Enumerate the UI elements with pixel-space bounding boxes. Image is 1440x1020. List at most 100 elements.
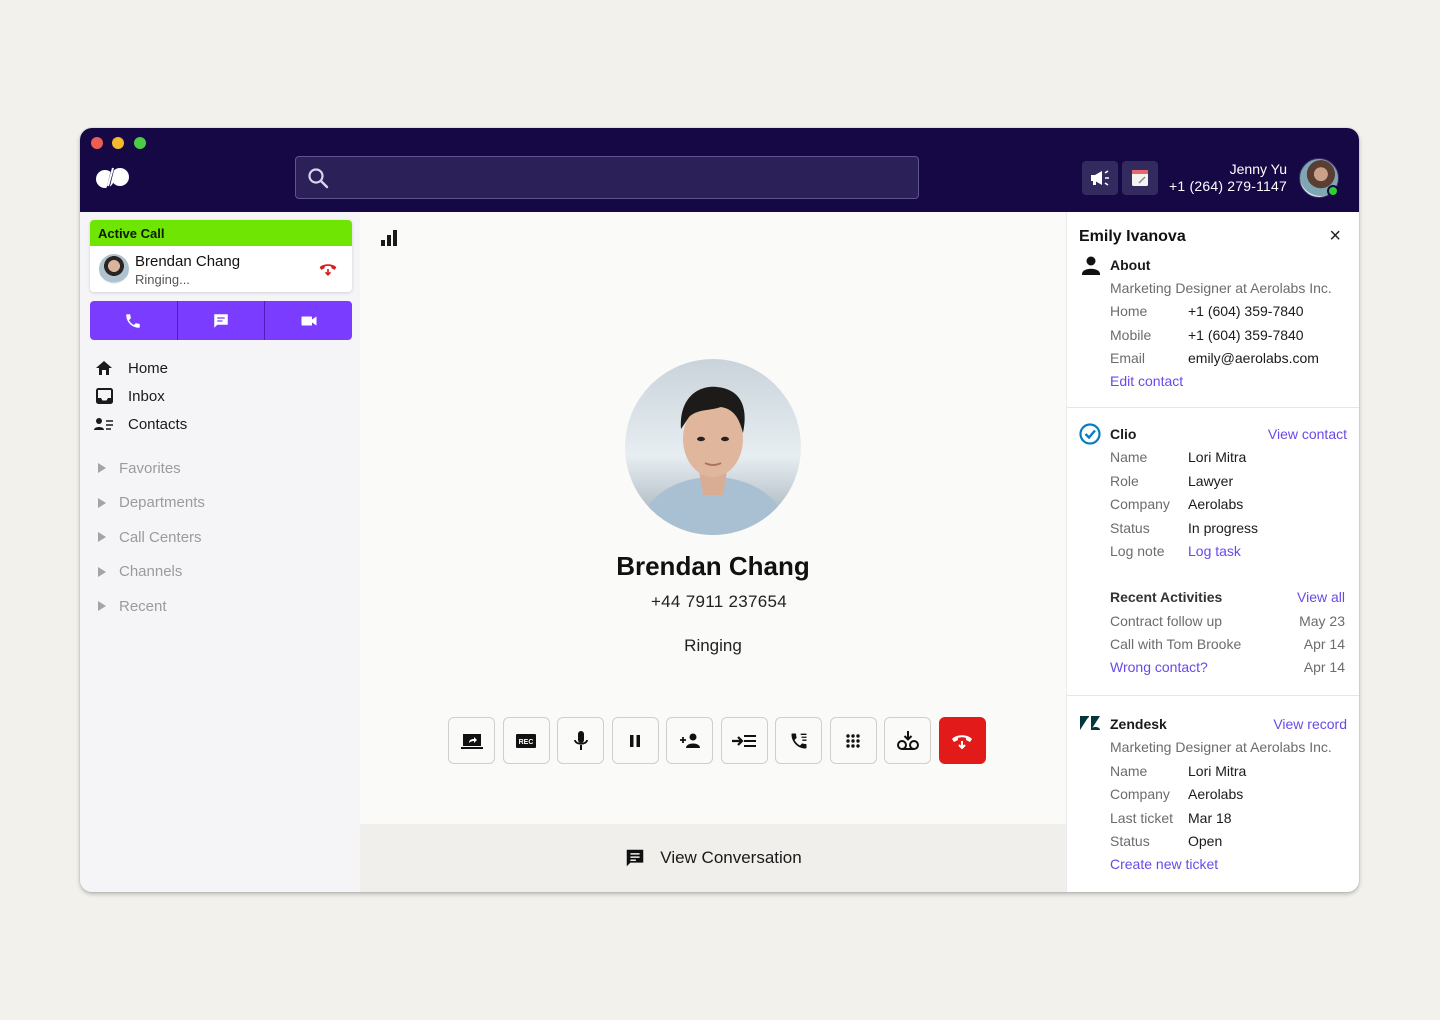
quick-action-bar <box>90 301 352 340</box>
caret-right-icon <box>98 532 106 543</box>
clio-heading: Clio <box>1110 426 1137 442</box>
group-label: Channels <box>119 563 183 581</box>
group-departments[interactable]: Departments <box>98 486 348 521</box>
zendesk-description: Marketing Designer at Aerolabs Inc. <box>1110 739 1332 755</box>
top-bar: Jenny Yu +1 (264) 279-1147 <box>80 128 1359 212</box>
clio-field-status: Status In progress <box>1110 520 1259 536</box>
wrong-contact-link[interactable]: Wrong contact? <box>1110 659 1208 675</box>
share-screen-button[interactable] <box>448 717 495 764</box>
zendesk-heading: Zendesk <box>1110 716 1167 732</box>
about-heading: About <box>1110 257 1151 273</box>
announcements-button[interactable] <box>1082 161 1118 195</box>
group-label: Departments <box>119 494 205 512</box>
about-description: Marketing Designer at Aerolabs Inc. <box>1110 280 1332 296</box>
nav-label: Home <box>128 359 169 377</box>
view-record-link[interactable]: View record <box>1273 716 1347 732</box>
hold-button[interactable] <box>611 717 659 764</box>
group-call-centers[interactable]: Call Centers <box>98 520 348 555</box>
video-button[interactable] <box>265 301 352 340</box>
view-all-link[interactable]: View all <box>1297 589 1345 605</box>
nav-item-inbox[interactable]: Inbox <box>94 382 344 410</box>
activity-item[interactable]: Contract follow up May 23 <box>1110 613 1345 629</box>
chat-icon <box>627 849 644 867</box>
inbox-icon <box>94 387 114 405</box>
sidebar-groups: Favorites Departments Call Centers Chann… <box>98 451 348 624</box>
activity-item[interactable]: Call with Tom Brooke Apr 14 <box>1110 636 1345 652</box>
view-contact-link[interactable]: View contact <box>1268 426 1347 442</box>
transfer-button[interactable] <box>720 717 768 764</box>
nav-label: Inbox <box>128 387 165 405</box>
active-call-status: Ringing... <box>135 272 190 287</box>
clio-field-company: Company Aerolabs <box>1110 496 1244 512</box>
calendar-button[interactable] <box>1122 161 1158 195</box>
hang-up-button[interactable] <box>938 717 986 764</box>
current-user-name: Jenny Yu <box>1229 161 1287 177</box>
current-user-info: Jenny Yu +1 (264) 279-1147 <box>1169 161 1287 195</box>
clio-field-name: Name Lori Mitra <box>1110 449 1247 465</box>
zendesk-field-status: Status Open <box>1110 833 1223 849</box>
keypad-button[interactable] <box>829 717 877 764</box>
log-note-link[interactable]: Log note <box>1110 543 1188 559</box>
message-icon <box>214 313 228 328</box>
close-panel-button[interactable]: × <box>1329 226 1341 246</box>
hang-up-icon <box>952 734 972 749</box>
presence-indicator <box>1327 185 1339 197</box>
window-maximize-button[interactable] <box>134 137 146 149</box>
contact-name: Emily Ivanova <box>1079 228 1186 245</box>
add-person-icon <box>679 733 700 748</box>
calendar-icon <box>1132 170 1148 186</box>
call-view: Brendan Chang +44 7911 237654 Ringing RE… <box>360 212 1066 892</box>
clio-section: Clio View contact Name Lori Mitra Role Law… <box>1067 408 1359 696</box>
message-button[interactable] <box>178 301 266 340</box>
group-channels[interactable]: Channels <box>98 555 348 590</box>
nav-item-home[interactable]: Home <box>94 354 344 382</box>
video-icon <box>301 316 317 325</box>
about-section: Emily Ivanova × About Marketing Designer… <box>1067 212 1359 408</box>
dialpad-logo-icon[interactable] <box>95 166 131 190</box>
contacts-icon <box>94 415 114 433</box>
edit-contact-link[interactable]: Edit contact <box>1110 373 1183 389</box>
clio-field-role: Role Lawyer <box>1110 473 1234 489</box>
clio-logo-icon <box>1079 423 1101 445</box>
pause-icon <box>630 734 640 747</box>
caret-right-icon <box>98 601 106 612</box>
current-user-phone: +1 (264) 279-1147 <box>1169 178 1287 194</box>
record-button[interactable]: REC <box>502 717 550 764</box>
caller-avatar <box>99 254 129 284</box>
create-ticket-link[interactable]: Create new ticket <box>1110 856 1218 872</box>
app-window: Jenny Yu +1 (264) 279-1147 Active Call B… <box>80 128 1359 892</box>
active-call-name: Brendan Chang <box>135 253 241 270</box>
voicemail-icon <box>896 730 919 750</box>
search-bar[interactable] <box>295 156 919 199</box>
svg-text:REC: REC <box>519 739 534 746</box>
mute-button[interactable] <box>557 717 604 764</box>
group-label: Favorites <box>119 459 181 477</box>
person-icon <box>1082 256 1100 275</box>
view-conversation-button[interactable]: View Conversation <box>360 824 1066 892</box>
zendesk-field-last-ticket: Last ticket Mar 18 <box>1110 810 1232 826</box>
zendesk-section: Zendesk View record Marketing Designer a… <box>1067 696 1359 892</box>
window-minimize-button[interactable] <box>112 137 124 149</box>
search-input[interactable] <box>340 157 910 198</box>
caret-right-icon <box>98 566 106 577</box>
sidebar: Active Call Brendan Chang Ringing... Hom… <box>80 212 360 892</box>
call-queue-button[interactable] <box>775 717 822 764</box>
add-participant-button[interactable] <box>666 717 713 764</box>
active-call-card[interactable]: Active Call Brendan Chang Ringing... <box>90 220 352 292</box>
voicemail-drop-button[interactable] <box>884 717 931 764</box>
log-task-link[interactable]: Log task <box>1188 543 1241 559</box>
nav-item-contacts[interactable]: Contacts <box>94 410 344 438</box>
window-close-button[interactable] <box>91 137 103 149</box>
hang-up-icon[interactable] <box>318 260 338 278</box>
activity-item: Wrong contact? Apr 14 <box>1110 659 1345 675</box>
about-field-mobile: Mobile +1 (604) 359-7840 <box>1110 327 1304 343</box>
group-recent[interactable]: Recent <box>98 589 348 624</box>
recent-activities-header: Recent Activities View all <box>1110 589 1345 605</box>
group-favorites[interactable]: Favorites <box>98 451 348 486</box>
share-screen-icon <box>460 733 483 749</box>
microphone-icon <box>573 730 588 750</box>
callee-phone: +44 7911 237654 <box>650 592 788 611</box>
call-button[interactable] <box>90 301 178 340</box>
zendesk-field-company: Company Aerolabs <box>1110 786 1244 802</box>
callee-name: Brendan Chang <box>616 551 810 581</box>
